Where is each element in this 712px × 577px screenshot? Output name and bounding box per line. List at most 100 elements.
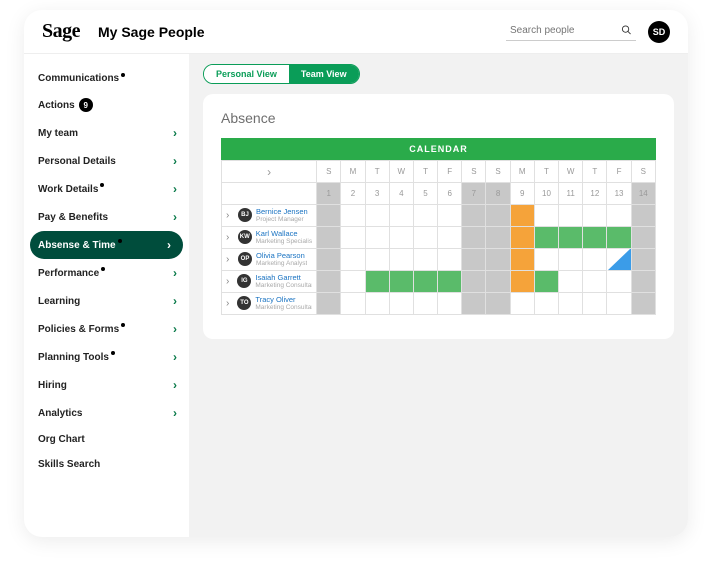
calendar-cell[interactable] <box>559 271 583 293</box>
sidebar-item-absense-time[interactable]: Absense & Time› <box>30 231 183 259</box>
calendar-cell[interactable] <box>607 227 631 249</box>
person-name-link[interactable]: Tracy Oliver <box>255 296 312 304</box>
calendar-cell[interactable] <box>631 227 655 249</box>
sidebar-item-work-details[interactable]: Work Details› <box>30 175 189 203</box>
calendar-cell[interactable] <box>534 227 558 249</box>
tab-team-view[interactable]: Team View <box>289 65 359 83</box>
expand-row-icon[interactable]: › <box>226 210 234 221</box>
calendar-cell[interactable] <box>365 293 389 315</box>
user-avatar[interactable]: SD <box>648 21 670 43</box>
calendar-cell[interactable] <box>534 205 558 227</box>
calendar-cell[interactable] <box>534 249 558 271</box>
calendar-cell[interactable] <box>413 249 437 271</box>
calendar-cell[interactable] <box>438 293 462 315</box>
calendar-cell[interactable] <box>631 271 655 293</box>
expand-row-icon[interactable]: › <box>226 298 233 309</box>
calendar-cell[interactable] <box>583 249 607 271</box>
calendar-cell[interactable] <box>462 271 486 293</box>
calendar-cell[interactable] <box>583 271 607 293</box>
calendar-cell[interactable] <box>607 271 631 293</box>
calendar-cell[interactable] <box>341 205 365 227</box>
tab-personal-view[interactable]: Personal View <box>204 65 289 83</box>
calendar-cell[interactable] <box>534 293 558 315</box>
person-name-link[interactable]: Bernice Jensen <box>256 208 308 216</box>
calendar-cell[interactable] <box>438 249 462 271</box>
calendar-cell[interactable] <box>462 293 486 315</box>
calendar-cell[interactable] <box>486 271 510 293</box>
sidebar-item-org-chart[interactable]: Org Chart <box>30 427 189 452</box>
calendar-cell[interactable] <box>341 271 365 293</box>
calendar-cell[interactable] <box>413 293 437 315</box>
calendar-cell[interactable] <box>583 227 607 249</box>
calendar-cell[interactable] <box>559 227 583 249</box>
sidebar-item-hiring[interactable]: Hiring› <box>30 371 189 399</box>
calendar-cell[interactable] <box>389 271 413 293</box>
sidebar-item-actions[interactable]: Actions9 <box>30 91 189 119</box>
calendar-cell[interactable] <box>365 271 389 293</box>
person-name-link[interactable]: Karl Wallace <box>256 230 312 238</box>
calendar-cell[interactable] <box>559 249 583 271</box>
search-field[interactable] <box>506 22 636 41</box>
calendar-cell[interactable] <box>389 293 413 315</box>
person-name-link[interactable]: Olivia Pearson <box>256 252 307 260</box>
calendar-cell[interactable] <box>559 205 583 227</box>
sidebar-item-my-team[interactable]: My team› <box>30 119 189 147</box>
calendar-cell[interactable] <box>317 249 341 271</box>
calendar-cell[interactable] <box>389 205 413 227</box>
calendar-cell[interactable] <box>607 249 631 271</box>
calendar-cell[interactable] <box>510 293 534 315</box>
sidebar-item-skills-search[interactable]: Skills Search <box>30 452 189 477</box>
calendar-cell[interactable] <box>462 227 486 249</box>
calendar-cell[interactable] <box>583 293 607 315</box>
calendar-cell[interactable] <box>317 205 341 227</box>
calendar-cell[interactable] <box>510 249 534 271</box>
calendar-cell[interactable] <box>486 205 510 227</box>
calendar-cell[interactable] <box>438 227 462 249</box>
sidebar-item-pay-benefits[interactable]: Pay & Benefits› <box>30 203 189 231</box>
sidebar-item-performance[interactable]: Performance› <box>30 259 189 287</box>
calendar-cell[interactable] <box>438 205 462 227</box>
calendar-cell[interactable] <box>607 205 631 227</box>
expand-row-icon[interactable]: › <box>226 254 234 265</box>
calendar-cell[interactable] <box>413 271 437 293</box>
calendar-cell[interactable] <box>631 205 655 227</box>
calendar-cell[interactable] <box>510 271 534 293</box>
sidebar-item-policies-forms[interactable]: Policies & Forms› <box>30 315 189 343</box>
calendar-cell[interactable] <box>317 227 341 249</box>
calendar-cell[interactable] <box>559 293 583 315</box>
search-input[interactable] <box>510 25 621 36</box>
calendar-cell[interactable] <box>365 205 389 227</box>
sidebar-item-planning-tools[interactable]: Planning Tools› <box>30 343 189 371</box>
calendar-cell[interactable] <box>389 227 413 249</box>
expand-row-icon[interactable]: › <box>226 276 233 287</box>
calendar-cell[interactable] <box>486 293 510 315</box>
calendar-cell[interactable] <box>607 293 631 315</box>
calendar-cell[interactable] <box>534 271 558 293</box>
expand-row-icon[interactable]: › <box>226 232 234 243</box>
person-name-link[interactable]: Isaiah Garrett <box>255 274 312 282</box>
calendar-cell[interactable] <box>317 271 341 293</box>
calendar-cell[interactable] <box>462 205 486 227</box>
calendar-cell[interactable] <box>462 249 486 271</box>
sidebar-item-analytics[interactable]: Analytics› <box>30 399 189 427</box>
calendar-cell[interactable] <box>365 249 389 271</box>
calendar-cell[interactable] <box>631 293 655 315</box>
sidebar-item-communications[interactable]: Communications <box>30 66 189 91</box>
calendar-cell[interactable] <box>631 249 655 271</box>
calendar-cell[interactable] <box>438 271 462 293</box>
calendar-cell[interactable] <box>389 249 413 271</box>
calendar-cell[interactable] <box>317 293 341 315</box>
calendar-cell[interactable] <box>341 249 365 271</box>
sidebar-item-learning[interactable]: Learning› <box>30 287 189 315</box>
calendar-next-arrow[interactable]: › <box>222 161 317 183</box>
calendar-cell[interactable] <box>365 227 389 249</box>
calendar-cell[interactable] <box>341 293 365 315</box>
calendar-cell[interactable] <box>583 205 607 227</box>
calendar-cell[interactable] <box>510 205 534 227</box>
calendar-cell[interactable] <box>486 249 510 271</box>
calendar-cell[interactable] <box>413 227 437 249</box>
sidebar-item-personal-details[interactable]: Personal Details› <box>30 147 189 175</box>
calendar-cell[interactable] <box>413 205 437 227</box>
calendar-cell[interactable] <box>510 227 534 249</box>
calendar-cell[interactable] <box>341 227 365 249</box>
